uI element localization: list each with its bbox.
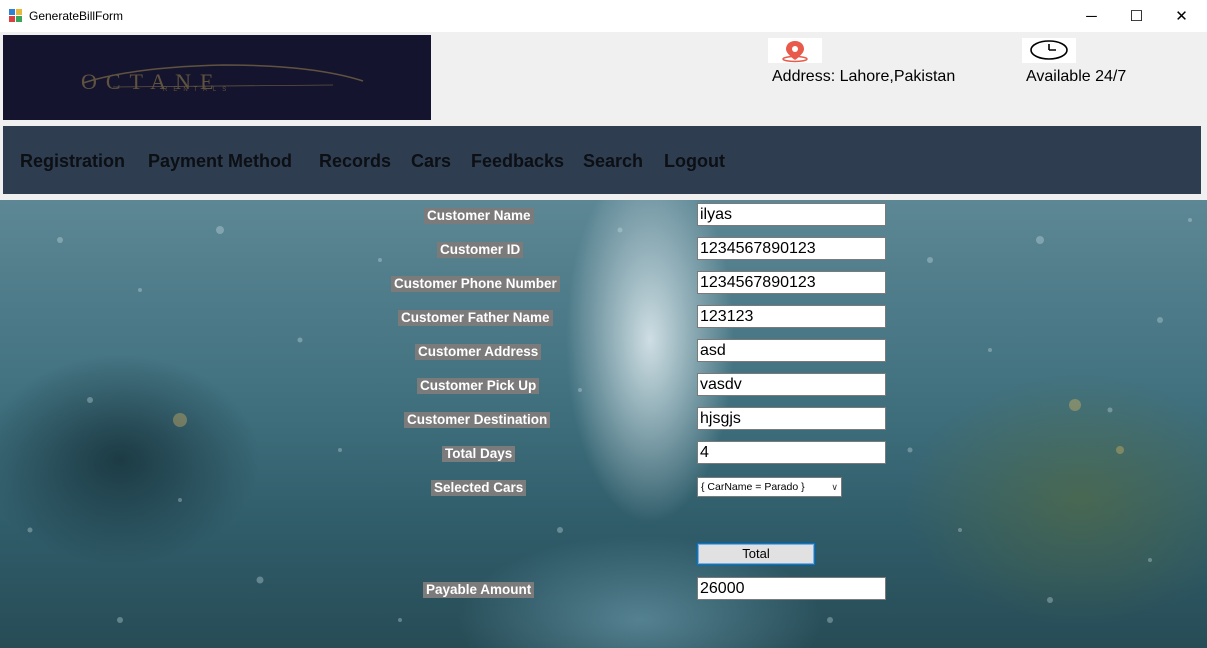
nav-search[interactable]: Search [583,151,643,172]
customer-address-input[interactable]: asd [697,339,886,362]
customer-id-label: Customer ID [437,242,524,258]
nav-cars[interactable]: Cars [411,151,451,172]
app-icon [9,9,22,22]
payable-amount-label: Payable Amount [423,582,535,598]
bill-form: Customer Name ilyas Customer ID 12345678… [0,200,1207,648]
availability-text: Available 24/7 [1026,68,1127,85]
customer-address-label: Customer Address [415,344,542,360]
logo-subtitle: RENTALS [163,87,233,93]
customer-name-input[interactable]: ilyas [697,203,886,226]
minimize-button[interactable]: ─ [1069,0,1114,32]
nav-logout[interactable]: Logout [664,151,725,172]
clock-icon [1022,38,1076,63]
nav-feedbacks[interactable]: Feedbacks [471,151,564,172]
header: OCTANE RENTALS Address: Lahore,Pakistan … [0,32,1207,126]
main-nav: Registration Payment Method Records Cars… [3,126,1201,194]
address-text: Address: Lahore,Pakistan [772,68,956,85]
chevron-down-icon[interactable]: ∨ [831,478,838,496]
title-bar: GenerateBillForm ─ ☐ ✕ [0,0,1207,32]
customer-id-input[interactable]: 1234567890123 [697,237,886,260]
selected-cars-value: { CarName = Parado } [701,481,805,493]
customer-destination-label: Customer Destination [404,412,551,428]
selected-cars-label: Selected Cars [431,480,527,496]
customer-father-name-label: Customer Father Name [398,310,553,326]
nav-registration[interactable]: Registration [20,151,125,172]
payable-amount-input[interactable]: 26000 [697,577,886,600]
customer-pickup-label: Customer Pick Up [417,378,540,394]
selected-cars-select[interactable]: { CarName = Parado } ∨ [697,477,842,497]
customer-phone-input[interactable]: 1234567890123 [697,271,886,294]
total-days-label: Total Days [442,446,516,462]
nav-records[interactable]: Records [319,151,391,172]
total-days-input[interactable]: 4 [697,441,886,464]
maximize-button[interactable]: ☐ [1114,0,1159,32]
nav-payment-method[interactable]: Payment Method [148,151,292,172]
customer-phone-label: Customer Phone Number [391,276,560,292]
window-title: GenerateBillForm [29,9,124,23]
total-button[interactable]: Total [697,543,815,565]
customer-pickup-input[interactable]: vasdv [697,373,886,396]
location-pin-icon [768,38,822,63]
customer-name-label: Customer Name [424,208,534,224]
rain-background-image [27,218,1192,623]
close-button[interactable]: ✕ [1159,0,1204,32]
customer-destination-input[interactable]: hjsgjs [697,407,886,430]
customer-father-name-input[interactable]: 123123 [697,305,886,328]
logo: OCTANE RENTALS [3,35,431,120]
